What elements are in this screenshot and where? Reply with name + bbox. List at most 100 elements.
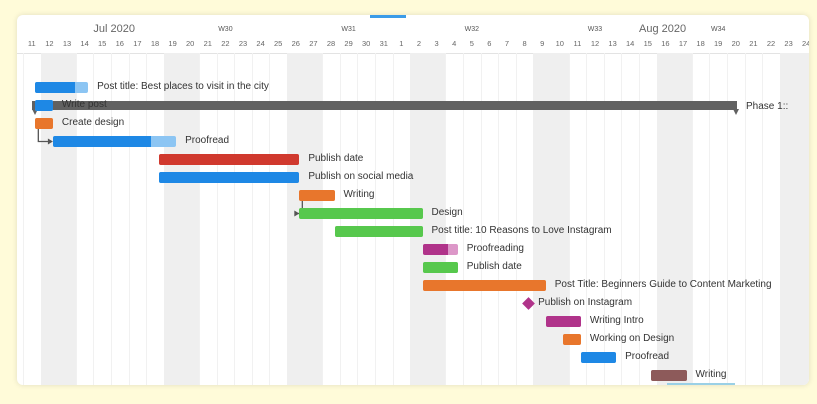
- day-label: 7: [504, 39, 510, 48]
- day-label: 4: [452, 39, 457, 48]
- day-label: 14: [626, 39, 635, 48]
- task-label[interactable]: Publish on social media: [308, 171, 413, 182]
- day-label: 30: [362, 39, 371, 48]
- gantt-panel: Jul 2020 Aug 2020 W30 W31 W32 W33 W34 11 12 13 14…: [17, 15, 809, 385]
- day-label: 23: [784, 39, 793, 48]
- task-bar[interactable]: [545, 316, 581, 327]
- task-label[interactable]: Proofread: [185, 135, 229, 146]
- month-label: Jul 2020: [93, 23, 135, 35]
- task-label[interactable]: Publish on Instagram: [538, 297, 632, 308]
- task-progress-fill: [334, 226, 423, 237]
- day-label: 26: [291, 39, 300, 48]
- week-label: W33: [587, 26, 603, 33]
- day-label: 19: [168, 39, 177, 48]
- day-label: 29: [344, 39, 353, 48]
- task-bar[interactable]: [422, 280, 546, 291]
- day-label: 14: [80, 39, 89, 48]
- task-progress-fill: [563, 334, 581, 345]
- task-progress-fill: [422, 262, 458, 273]
- task-label[interactable]: Writing Intro: [590, 315, 644, 326]
- day-label: 3: [434, 39, 439, 48]
- task-label[interactable]: Create design: [62, 117, 124, 128]
- task-label[interactable]: Publish date: [308, 153, 363, 164]
- week-label: W34: [710, 26, 726, 33]
- day-label: 1: [399, 39, 404, 48]
- gantt-grid: Phase 1:: Post title: Best places to vis…: [17, 53, 809, 385]
- task-bar[interactable]: [35, 100, 53, 111]
- day-label: 17: [678, 39, 688, 48]
- task-label[interactable]: Writing: [344, 189, 375, 200]
- task-label[interactable]: Proofreading: [467, 243, 524, 254]
- task-bar[interactable]: [422, 262, 458, 273]
- phase-bar-tip: [733, 109, 739, 115]
- day-label: 28: [326, 39, 336, 48]
- task-progress-fill: [299, 208, 423, 219]
- task-progress-fill: [651, 370, 687, 381]
- month-label: Aug 2020: [639, 23, 687, 35]
- task-progress-fill: [299, 190, 335, 201]
- day-label: 21: [749, 39, 758, 48]
- day-label: 24: [256, 39, 265, 48]
- day-label: 5: [469, 39, 474, 48]
- week-label: W31: [341, 26, 356, 33]
- day-label: 12: [590, 39, 600, 48]
- task-progress-fill: [422, 280, 546, 291]
- day-label: 17: [133, 39, 142, 48]
- phase-label: Phase 1::: [746, 101, 789, 112]
- task-progress-fill: [158, 154, 300, 165]
- task-progress-fill: [580, 352, 617, 363]
- task-progress-fill: [422, 244, 448, 255]
- task-bar[interactable]: [35, 118, 53, 129]
- horizontal-scrollbar[interactable]: [667, 383, 735, 385]
- task-label[interactable]: Post title: 10 Reasons to Love Instagram: [432, 225, 612, 236]
- day-label: 24: [802, 39, 809, 48]
- task-bar[interactable]: [422, 244, 458, 255]
- day-label: 20: [186, 39, 195, 48]
- task-label[interactable]: Design: [432, 207, 463, 218]
- day-label: 19: [714, 39, 723, 48]
- task-bar[interactable]: [334, 226, 423, 237]
- task-bar[interactable]: [651, 370, 687, 381]
- task-label[interactable]: Publish date: [467, 261, 522, 272]
- week-label: W30: [218, 26, 233, 33]
- day-label: 22: [221, 39, 230, 48]
- task-bar[interactable]: [299, 190, 335, 201]
- task-label[interactable]: Write post: [62, 99, 107, 110]
- day-label: 16: [115, 39, 124, 48]
- task-progress-fill: [545, 316, 581, 327]
- day-label: 11: [573, 39, 582, 48]
- day-label: 13: [62, 39, 72, 48]
- day-label: 13: [608, 39, 617, 48]
- day-label: 15: [643, 39, 652, 48]
- task-bar[interactable]: [158, 172, 300, 183]
- day-label: 2: [416, 39, 422, 48]
- task-label[interactable]: Writing: [696, 369, 727, 380]
- task-label[interactable]: Post Title: Beginners Guide to Content M…: [555, 279, 772, 290]
- task-label[interactable]: Proofread: [625, 351, 669, 362]
- task-bar[interactable]: [52, 136, 177, 147]
- scroll-indicator[interactable]: [370, 15, 406, 18]
- task-bar[interactable]: [299, 208, 423, 219]
- phase-summary-bar[interactable]: [32, 101, 737, 110]
- day-label: 22: [766, 39, 776, 48]
- day-label: 15: [98, 39, 107, 48]
- day-scale: 11 12 13 14 15 16 17 18 19 20 21 22 23 24 25 26 27 28 29 30…: [17, 37, 809, 54]
- day-label: 21: [203, 39, 212, 48]
- day-label: 16: [661, 39, 670, 48]
- day-label: 18: [150, 39, 160, 48]
- day-label: 31: [379, 39, 388, 48]
- day-label: 18: [696, 39, 705, 48]
- day-gridline: [23, 53, 24, 385]
- day-label: 23: [238, 39, 248, 48]
- task-progress-fill: [35, 100, 53, 111]
- task-bar[interactable]: [35, 82, 89, 93]
- task-progress-fill: [158, 172, 300, 183]
- task-progress-fill: [52, 136, 152, 147]
- task-label[interactable]: Working on Design: [590, 333, 674, 344]
- day-label: 12: [45, 39, 54, 48]
- task-progress-fill: [35, 82, 75, 93]
- task-bar[interactable]: [563, 334, 581, 345]
- task-bar[interactable]: [580, 352, 617, 363]
- task-bar[interactable]: [158, 154, 300, 165]
- task-label[interactable]: Post title: Best places to visit in the …: [97, 81, 269, 92]
